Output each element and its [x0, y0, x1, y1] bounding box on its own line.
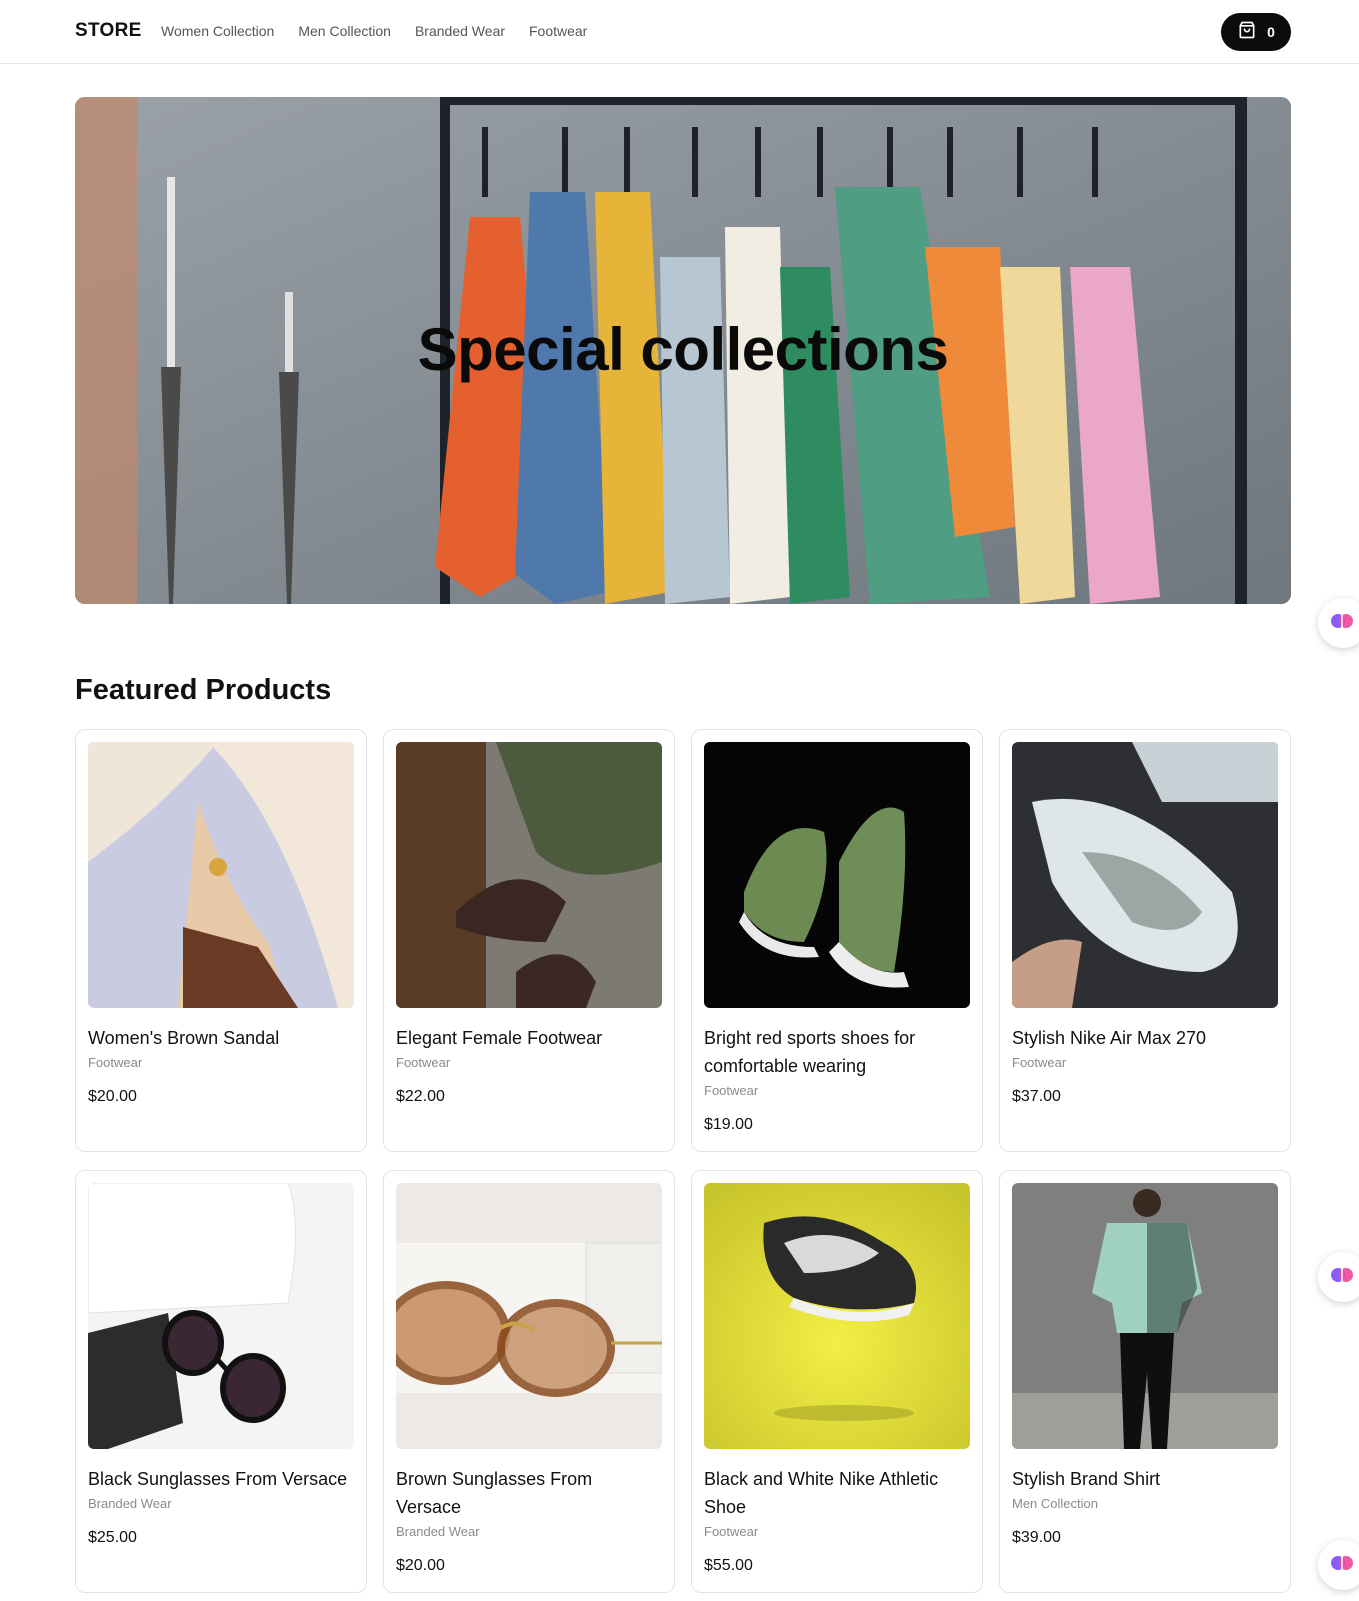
brain-assistant-icon [1330, 1551, 1354, 1580]
product-name: Women's Brown Sandal [88, 1028, 280, 1048]
nav-branded-wear[interactable]: Branded Wear [415, 23, 505, 39]
floating-assistant-button[interactable] [1318, 1540, 1359, 1590]
floating-assistant-button[interactable] [1318, 598, 1359, 648]
product-category: Footwear [88, 1055, 143, 1070]
product-category: Branded Wear [88, 1496, 172, 1511]
product-card[interactable]: Bright red sports shoes for comfortable … [691, 729, 983, 1152]
hero-title: Special collections [417, 316, 949, 383]
floating-assistant-button[interactable] [1318, 1252, 1359, 1302]
product-card[interactable]: Stylish Nike Air Max 270 Footwear $37.00 [999, 729, 1291, 1152]
nav-footwear[interactable]: Footwear [529, 23, 587, 39]
main-nav: Women Collection Men Collection Branded … [161, 23, 587, 39]
product-name: Bright red sports shoes for comfortable … [704, 1028, 916, 1076]
hero-banner[interactable]: Special collections [75, 97, 1291, 604]
product-name: Stylish Brand Shirt [1012, 1469, 1161, 1489]
product-name: Elegant Female Footwear [396, 1028, 603, 1048]
product-name: Black and White Nike Athletic Shoe [704, 1469, 939, 1517]
product-price: $37.00 [1012, 1088, 1061, 1105]
product-category: Branded Wear [396, 1524, 480, 1539]
cart-count: 0 [1267, 24, 1275, 40]
nav-men-collection[interactable]: Men Collection [298, 23, 391, 39]
product-category: Footwear [704, 1524, 759, 1539]
product-grid: Women's Brown Sandal Footwear $20.00 Ele… [75, 729, 1291, 1593]
store-logo[interactable]: STORE [75, 20, 142, 42]
product-card[interactable]: Women's Brown Sandal Footwear $20.00 [75, 729, 367, 1152]
cart-button[interactable]: 0 [1221, 13, 1291, 51]
product-price: $19.00 [704, 1116, 753, 1133]
product-name: Stylish Nike Air Max 270 [1012, 1028, 1207, 1048]
brain-assistant-icon [1330, 1263, 1354, 1292]
product-category: Footwear [1012, 1055, 1067, 1070]
product-name: Brown Sunglasses From Versace [396, 1469, 593, 1517]
product-image [88, 1183, 354, 1449]
product-card[interactable]: Stylish Brand Shirt Men Collection $39.0… [999, 1170, 1291, 1593]
product-card[interactable]: Black Sunglasses From Versace Branded We… [75, 1170, 367, 1593]
product-image [88, 742, 354, 1008]
brain-assistant-icon [1330, 609, 1354, 638]
product-price: $55.00 [704, 1557, 753, 1574]
product-price: $20.00 [396, 1557, 445, 1574]
product-price: $39.00 [1012, 1529, 1061, 1546]
product-price: $20.00 [88, 1088, 137, 1105]
product-category: Footwear [396, 1055, 451, 1070]
product-image [704, 1183, 970, 1449]
top-navigation-bar: STORE Women Collection Men Collection Br… [0, 0, 1359, 64]
product-image [1012, 1183, 1278, 1449]
shopping-bag-icon [1237, 20, 1257, 45]
product-price: $22.00 [396, 1088, 445, 1105]
product-image [704, 742, 970, 1008]
product-image [1012, 742, 1278, 1008]
product-card[interactable]: Elegant Female Footwear Footwear $22.00 [383, 729, 675, 1152]
product-image [396, 742, 662, 1008]
featured-products-heading: Featured Products [75, 674, 332, 706]
product-category: Men Collection [1012, 1496, 1098, 1511]
product-category: Footwear [704, 1083, 759, 1098]
product-image [396, 1183, 662, 1449]
product-price: $25.00 [88, 1529, 137, 1546]
product-card[interactable]: Black and White Nike Athletic Shoe Footw… [691, 1170, 983, 1593]
nav-women-collection[interactable]: Women Collection [161, 23, 274, 39]
product-card[interactable]: Brown Sunglasses From Versace Branded We… [383, 1170, 675, 1593]
product-name: Black Sunglasses From Versace [88, 1469, 348, 1489]
